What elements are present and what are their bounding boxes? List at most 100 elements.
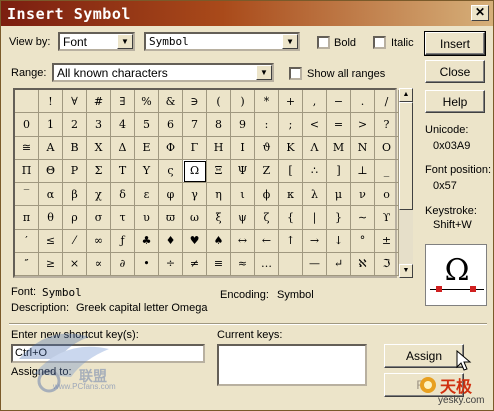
symbol-cell[interactable]: ∂ [111, 252, 135, 276]
close-button[interactable]: Close [425, 60, 485, 83]
symbol-cell[interactable]: Ω [183, 159, 207, 183]
chevron-down-icon[interactable]: ▼ [256, 65, 272, 80]
symbol-grid[interactable]: ! ∀ # ∃% & ∋() * +, −./ 0 1 2 3 4 5 6 7 8 9:; < = >? ≅ Α Β Χ Δ Ε Φ Γ Η… [13, 88, 399, 278]
symbol-cell[interactable]: Τ [111, 159, 135, 183]
symbol-cell[interactable]: θ [39, 206, 63, 230]
symbol-cell[interactable]: ψ [231, 206, 255, 230]
symbol-cell[interactable]: η [207, 183, 231, 207]
symbol-cell[interactable]: > [351, 113, 375, 137]
symbol-cell[interactable]: ≈ [231, 252, 255, 276]
symbol-cell[interactable]: ♠ [207, 229, 231, 253]
new-shortcut-input[interactable]: Ctrl+O [11, 344, 205, 363]
symbol-cell[interactable]: ↔ [231, 229, 255, 253]
symbol-cell[interactable]: : [255, 113, 279, 137]
symbol-cell[interactable]: Ζ [255, 159, 279, 183]
symbol-cell[interactable]: ] [327, 159, 351, 183]
symbol-cell[interactable]: ε [135, 183, 159, 207]
symbol-cell[interactable]: ϖ [159, 206, 183, 230]
title-bar[interactable]: Insert Symbol ✕ [1, 1, 493, 26]
symbol-cell[interactable]: ° [351, 229, 375, 253]
symbol-cell[interactable]: λ [303, 183, 327, 207]
symbol-cell[interactable]: π [15, 206, 39, 230]
symbol-cell[interactable]: ♥ [183, 229, 207, 253]
symbol-cell[interactable]: ς [159, 159, 183, 183]
symbol-cell[interactable]: β [63, 183, 87, 207]
symbol-cell[interactable]: { [279, 206, 303, 230]
symbol-cell[interactable]: • [135, 252, 159, 276]
symbol-cell[interactable]: ″ [15, 252, 39, 276]
symbol-cell[interactable]: ο [375, 183, 399, 207]
symbol-cell[interactable]: Λ [303, 136, 327, 160]
symbol-cell[interactable]: + [279, 90, 303, 114]
symbol-cell[interactable]: 0 [15, 113, 39, 137]
symbol-cell[interactable]: Φ [159, 136, 183, 160]
symbol-cell[interactable]: 3 [87, 113, 111, 137]
symbol-cell[interactable]: ⁄ [63, 229, 87, 253]
symbol-cell[interactable]: } [327, 206, 351, 230]
symbol-cell[interactable]: Ψ [231, 159, 255, 183]
symbol-cell[interactable]: Α [39, 136, 63, 160]
symbol-cell[interactable]: × [63, 252, 87, 276]
symbol-cell[interactable]: φ [159, 183, 183, 207]
symbol-cell[interactable]: … [255, 252, 279, 276]
insert-button[interactable]: Insert [424, 31, 486, 56]
symbol-cell[interactable]: ( [207, 90, 231, 114]
assign-button[interactable]: Assign [384, 344, 464, 368]
symbol-cell[interactable]: Μ [327, 136, 351, 160]
scroll-up-icon[interactable]: ▲ [399, 88, 413, 102]
symbol-cell[interactable]: Ο [375, 136, 399, 160]
symbol-cell[interactable]: ∃ [111, 90, 135, 114]
symbol-cell[interactable]: < [303, 113, 327, 137]
grid-scrollbar[interactable]: ▲ ▼ [399, 88, 413, 278]
symbol-cell[interactable]: Χ [87, 136, 111, 160]
help-button[interactable]: Help [425, 90, 485, 113]
symbol-cell[interactable]: ; [279, 113, 303, 137]
symbol-cell[interactable]: ≠ [183, 252, 207, 276]
symbol-cell[interactable]: ι [231, 183, 255, 207]
symbol-cell[interactable]: Δ [111, 136, 135, 160]
symbol-cell[interactable]: ω [183, 206, 207, 230]
symbol-cell[interactable]: ♣ [135, 229, 159, 253]
symbol-cell[interactable]: ƒ [111, 229, 135, 253]
symbol-cell[interactable]: ! [39, 90, 63, 114]
symbol-cell[interactable]: _ [375, 159, 399, 183]
symbol-cell[interactable]: ϑ [255, 136, 279, 160]
symbol-cell[interactable]: Η [207, 136, 231, 160]
symbol-cell[interactable]: 8 [207, 113, 231, 137]
symbol-cell[interactable]: ≅ [15, 136, 39, 160]
symbol-cell[interactable]: ♦ [159, 229, 183, 253]
symbol-cell[interactable]: ⊥ [351, 159, 375, 183]
symbol-cell[interactable]: Ξ [207, 159, 231, 183]
symbol-cell[interactable]: — [303, 252, 327, 276]
symbol-cell[interactable]: Ρ [63, 159, 87, 183]
symbol-cell[interactable]: Ν [351, 136, 375, 160]
symbol-cell[interactable]: σ [87, 206, 111, 230]
symbol-cell[interactable]: Κ [279, 136, 303, 160]
symbol-cell[interactable]: Β [63, 136, 87, 160]
symbol-cell[interactable]: ) [231, 90, 255, 114]
symbol-cell[interactable]: Θ [39, 159, 63, 183]
italic-checkbox[interactable] [373, 36, 386, 49]
symbol-cell[interactable]: 9 [231, 113, 255, 137]
symbol-cell[interactable]: , [303, 90, 327, 114]
show-all-ranges-checkbox[interactable] [289, 67, 302, 80]
symbol-cell[interactable]: ν [351, 183, 375, 207]
chevron-down-icon[interactable]: ▼ [117, 34, 133, 49]
symbol-cell[interactable]: μ [327, 183, 351, 207]
current-keys-list[interactable] [217, 344, 367, 386]
symbol-cell[interactable]: Π [15, 159, 39, 183]
symbol-cell[interactable]: Γ [183, 136, 207, 160]
symbol-cell[interactable]: ← [255, 229, 279, 253]
symbol-cell[interactable]: 6 [159, 113, 183, 137]
symbol-cell[interactable]: Ι [231, 136, 255, 160]
symbol-cell[interactable]: − [327, 90, 351, 114]
bold-checkbox[interactable] [317, 36, 330, 49]
symbol-cell[interactable]: ξ [207, 206, 231, 230]
symbol-cell[interactable]: ∼ [351, 206, 375, 230]
symbol-cell[interactable]: ↵ [327, 252, 351, 276]
symbol-cell[interactable]: ≤ [39, 229, 63, 253]
symbol-cell[interactable]: ∝ [87, 252, 111, 276]
symbol-cell[interactable]: ÷ [159, 252, 183, 276]
symbol-cell[interactable]: ↑ [279, 229, 303, 253]
range-select[interactable]: All known characters ▼ [52, 63, 274, 82]
